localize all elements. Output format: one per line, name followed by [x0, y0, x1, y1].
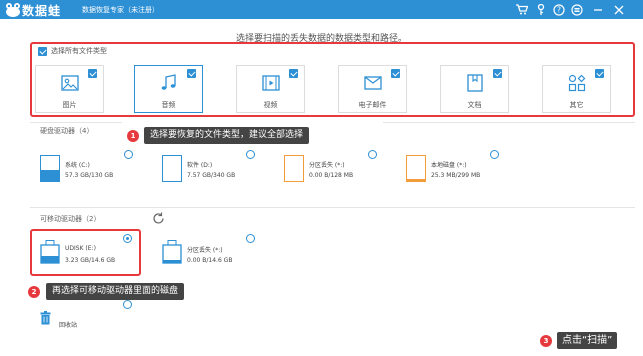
other-icon: [568, 74, 586, 92]
file-type-label: 电子邮件: [358, 101, 387, 109]
usage-fill: [163, 180, 181, 181]
document-icon: [467, 74, 483, 92]
refresh-icon[interactable]: [152, 212, 165, 225]
select-all-checkbox[interactable]: [38, 46, 47, 56]
file-type-label: 视频: [263, 101, 278, 109]
key-icon[interactable]: [533, 2, 548, 17]
image-icon: [61, 75, 79, 91]
file-type-image[interactable]: 图片: [35, 65, 104, 113]
drive-name: 软件 (D:): [187, 162, 213, 169]
hard-drive-icon: [284, 155, 304, 182]
usage-fill: [41, 170, 59, 181]
file-type-other[interactable]: 其它: [542, 65, 611, 113]
video-icon: [262, 75, 280, 91]
hard-drive-icon: [40, 155, 60, 182]
file-type-email[interactable]: 电子邮件: [338, 65, 407, 113]
file-type-label: 图片: [62, 101, 77, 109]
drive-size: 7.57 GB/340 GB: [187, 172, 236, 179]
file-type-label: 文档: [467, 101, 482, 109]
drive-radio[interactable]: [368, 150, 377, 159]
divider: [30, 122, 122, 123]
step-badge: 2: [28, 286, 40, 298]
other-checkbox[interactable]: [595, 69, 604, 78]
file-type-audio[interactable]: 音频: [134, 65, 203, 113]
drive-name: UDISK (E:): [65, 245, 96, 252]
drive-radio-selected[interactable]: [123, 234, 132, 243]
file-type-label: 音频: [161, 101, 176, 109]
menu-icon[interactable]: [569, 2, 584, 17]
select-all-types[interactable]: 选择所有文件类型: [38, 46, 107, 56]
audio-icon: [161, 74, 176, 90]
drive-radio[interactable]: [124, 150, 133, 159]
usb-drive-icon: [40, 240, 60, 264]
app-subtitle: 数据恢复专家（未注册）: [82, 6, 159, 14]
audio-checkbox[interactable]: [187, 69, 196, 78]
email-icon: [364, 76, 382, 90]
file-type-document[interactable]: 文档: [440, 65, 509, 113]
cart-icon[interactable]: [514, 2, 529, 17]
drive-size: 0.00 B/128 MB: [309, 172, 354, 179]
file-type-video[interactable]: 视频: [236, 65, 305, 113]
callout-step-1: 选择要恢复的文件类型，建议全部选择: [144, 127, 310, 144]
drive-name: 本地磁盘 (*:): [431, 162, 467, 169]
drive-size: 3.23 GB/14.6 GB: [65, 257, 116, 264]
email-checkbox[interactable]: [391, 69, 400, 78]
drive-size: 25.3 MB/299 MB: [431, 172, 481, 179]
step-badge: 3: [540, 335, 552, 347]
drive-name: 分区丢失 (*:): [187, 247, 223, 254]
video-checkbox[interactable]: [289, 69, 298, 78]
recycle-bin-icon[interactable]: [40, 311, 51, 325]
callout-step-3-scan[interactable]: 点击“扫描”: [557, 332, 618, 349]
title-bar: 数据蛙 数据恢复专家（未注册） ?: [0, 0, 643, 19]
drive-radio[interactable]: [490, 150, 499, 159]
hard-drive-icon: [406, 155, 426, 182]
drive-radio[interactable]: [246, 234, 255, 243]
hard-drive-icon: [162, 155, 182, 182]
help-icon[interactable]: ?: [551, 2, 566, 17]
select-all-label: 选择所有文件类型: [51, 47, 107, 55]
drive-size: 57.3 GB/130 GB: [65, 172, 114, 179]
svg-text:?: ?: [557, 5, 561, 14]
hard-drives-title: 硬盘驱动器（4）: [40, 127, 94, 135]
close-icon[interactable]: [611, 2, 626, 17]
document-checkbox[interactable]: [493, 69, 502, 78]
usage-fill: [407, 179, 425, 181]
usb-drive-icon: [162, 240, 182, 264]
drive-name: 分区丢失 (*:): [309, 162, 345, 169]
divider: [30, 207, 635, 208]
recycle-bin-label: 回收站: [59, 322, 78, 329]
drive-name: 系统 (C:): [65, 162, 90, 169]
image-checkbox[interactable]: [88, 69, 97, 78]
drive-radio[interactable]: [246, 150, 255, 159]
recycle-bin-radio[interactable]: [123, 300, 132, 309]
app-name: 数据蛙: [22, 4, 62, 18]
callout-step-2: 再选择可移动驱动器里面的磁盘: [46, 283, 185, 300]
step-badge: 1: [127, 130, 139, 142]
drive-size: 0.00 B/14.6 GB: [187, 257, 233, 264]
removable-drives-title: 可移动驱动器（2）: [40, 215, 101, 223]
file-type-label: 其它: [569, 101, 584, 109]
minimize-icon[interactable]: [590, 2, 605, 17]
divider: [383, 122, 635, 123]
frog-logo-icon: [6, 3, 20, 17]
